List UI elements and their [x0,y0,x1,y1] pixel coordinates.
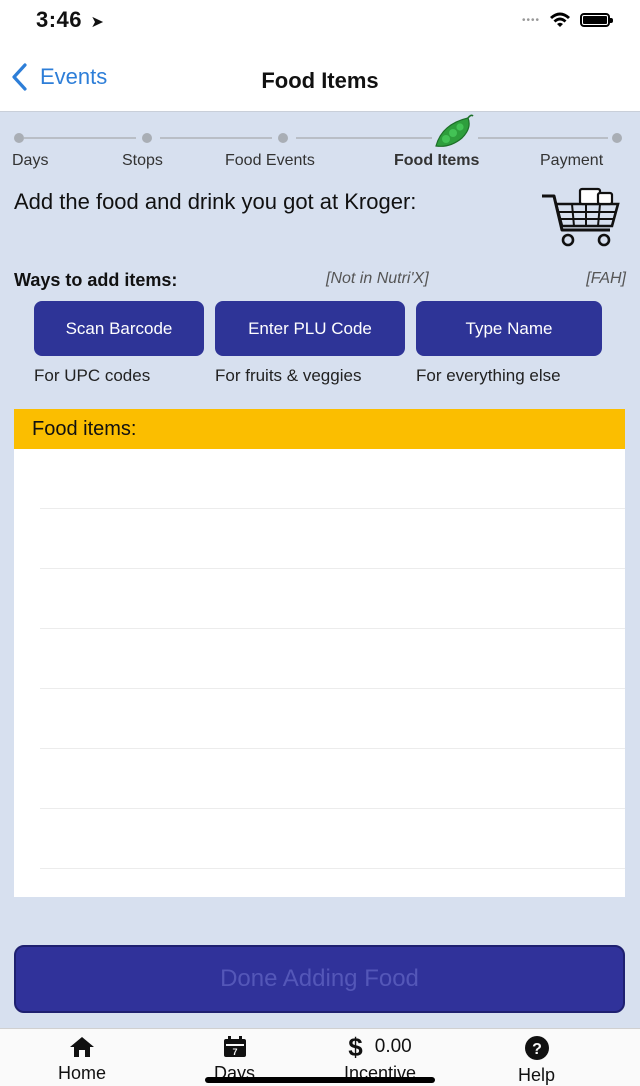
fah-label: [FAH] [586,270,626,287]
list-row [40,629,625,689]
tab-help-label: Help [518,1065,556,1085]
status-indicators: •••• [521,11,613,29]
calendar-icon: 7 [223,1036,246,1057]
svg-text:7: 7 [232,1047,237,1057]
peapod-icon [435,114,474,147]
dollar-icon: $ [348,1032,363,1062]
progress-stepper: Days Stops Food Events Food Items Paymen… [0,112,640,182]
step-label-days: Days [12,152,49,169]
not-in-nutrix-label: [Not in Nutri'X] [326,270,429,287]
step-label-stops: Stops [122,152,163,169]
list-row [40,809,625,869]
tab-home[interactable]: Home [58,1035,106,1084]
list-row [40,449,625,509]
scan-barcode-button[interactable]: Scan Barcode [34,301,204,356]
incentive-value-row: $ 0.00 [348,1032,412,1062]
main-content: Days Stops Food Events Food Items Paymen… [0,111,640,1028]
back-button[interactable]: Events [10,62,107,92]
status-time: 3:46 [36,7,83,32]
status-bar: 3:46 ➤ •••• [0,0,640,40]
intro-text: Add the food and drink you got at Kroger… [14,189,417,214]
step-label-payment: Payment [540,152,604,169]
list-row [40,509,625,569]
cellular-signal-icon: •••• [521,14,540,26]
list-row [40,689,625,749]
chevron-left-icon [12,63,27,91]
status-time-group: 3:46 ➤ [36,7,104,33]
help-icon: ? [524,1036,549,1060]
back-button-label: Events [40,64,108,89]
stepper-line [24,137,136,139]
type-name-button[interactable]: Type Name [416,301,602,356]
stepper-line [160,137,272,139]
list-row [40,569,625,629]
home-indicator[interactable] [205,1077,435,1083]
step-label-food-events: Food Events [225,152,315,169]
incentive-amount: 0.00 [374,1036,412,1057]
step-dot-payment[interactable] [612,133,622,143]
shopping-cart-icon [542,187,620,247]
stepper-line [478,137,608,139]
enter-plu-code-caption: For fruits & veggies [215,366,362,385]
enter-plu-code-button[interactable]: Enter PLU Code [215,301,405,356]
step-dot-food-events[interactable] [278,133,288,143]
home-icon [70,1037,94,1057]
wifi-icon [550,12,570,27]
food-items-list[interactable]: Food items: [14,409,625,897]
ways-row: Ways to add items: [Not in Nutri'X] [FAH… [14,268,626,294]
ways-to-add-label: Ways to add items: [14,270,178,290]
svg-text:?: ? [532,1041,542,1058]
done-adding-food-button[interactable]: Done Adding Food [14,945,625,1013]
tab-home-label: Home [58,1063,107,1083]
stepper-line [296,137,432,139]
step-label-food-items: Food Items [394,152,480,169]
navigation-bar: Events Food Items [0,52,640,110]
type-name-caption: For everything else [416,366,561,385]
step-dot-days[interactable] [14,133,24,143]
page-title: Food Items [261,68,379,93]
location-arrow-icon: ➤ [90,14,104,31]
battery-icon [580,13,613,27]
scan-barcode-caption: For UPC codes [34,366,151,385]
food-items-header: Food items: [14,409,625,449]
step-dot-stops[interactable] [142,133,152,143]
tab-help[interactable]: ? Help [518,1035,555,1086]
list-row [40,749,625,809]
